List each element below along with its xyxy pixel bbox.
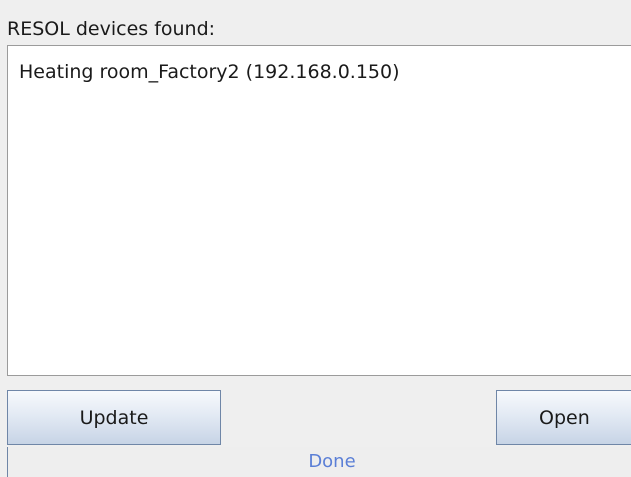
devices-found-label: RESOL devices found: xyxy=(7,18,216,40)
status-bar: Done xyxy=(7,447,631,477)
device-list[interactable]: Heating room_Factory2 (192.168.0.150) xyxy=(7,45,631,376)
update-button[interactable]: Update xyxy=(7,390,221,445)
device-list-item[interactable]: Heating room_Factory2 (192.168.0.150) xyxy=(19,59,400,85)
open-button[interactable]: Open xyxy=(496,390,631,445)
status-text: Done xyxy=(308,451,356,472)
